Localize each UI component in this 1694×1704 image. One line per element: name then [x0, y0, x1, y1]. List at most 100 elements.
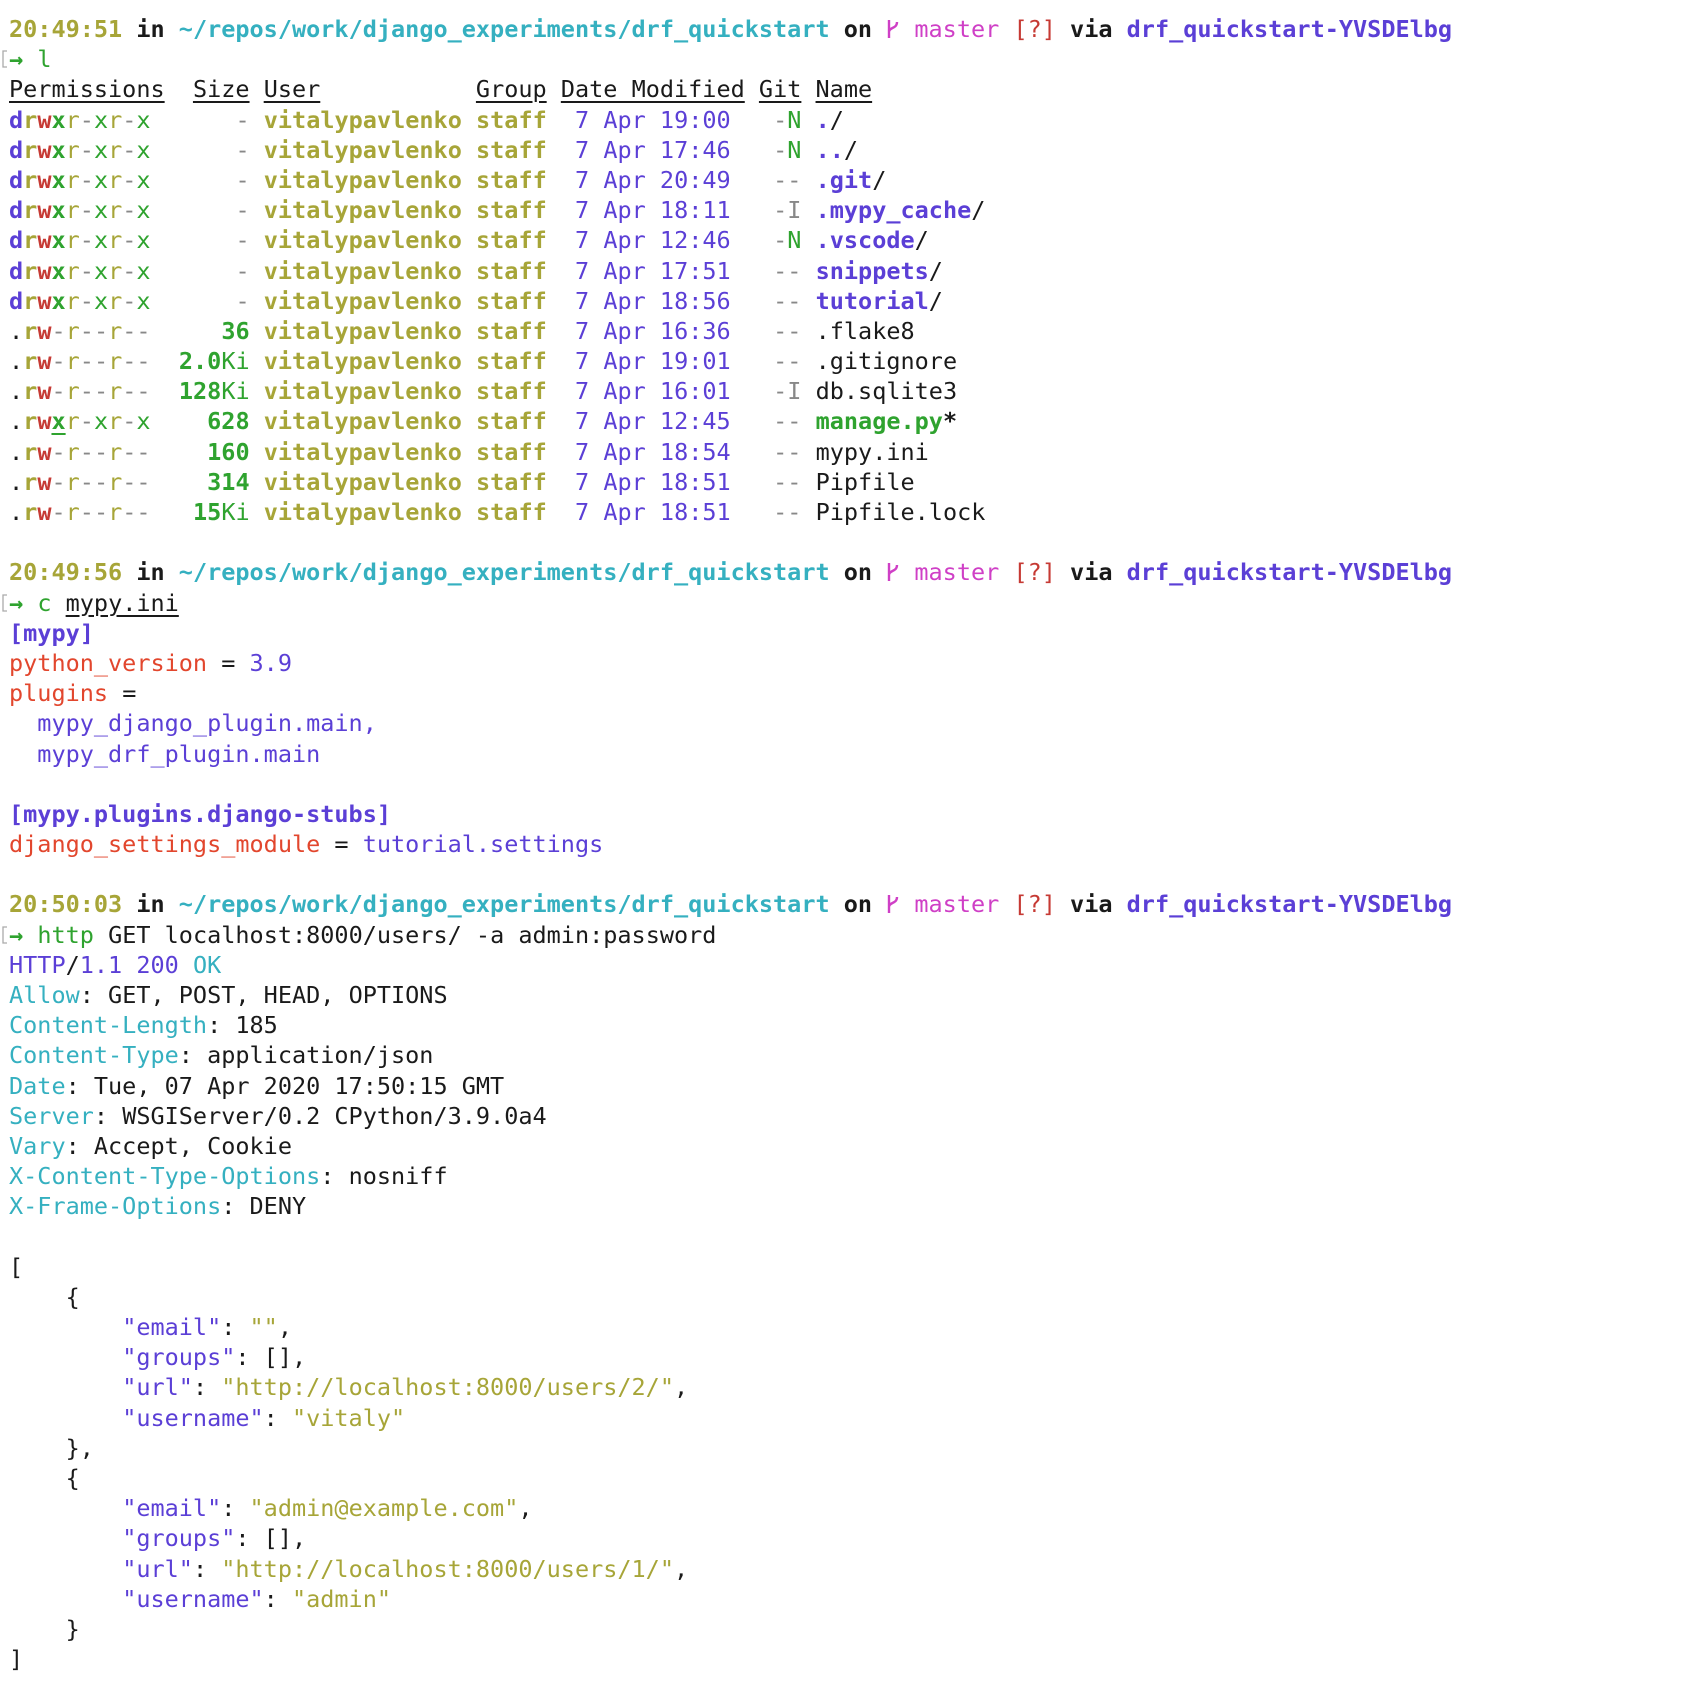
sep — [151, 498, 193, 526]
listing-row[interactable]: drwxr-xr-x - vitalypavlenko staff 7 Apr … — [9, 225, 1689, 255]
http-header: Content-Length: 185 — [9, 1010, 1689, 1040]
listing-row[interactable]: .rw-r--r-- 314 vitalypavlenko staff 7 Ap… — [9, 467, 1689, 497]
perm-type: . — [9, 347, 24, 376]
terminal[interactable]: 20:49:51 in ~/repos/work/django_experime… — [2, 14, 1689, 1674]
git-status: -- — [773, 286, 802, 315]
git-status: -- — [773, 165, 802, 194]
sep — [151, 347, 179, 375]
sep — [547, 166, 575, 194]
prompt-bracket-icon — [1, 588, 9, 618]
sep — [250, 498, 264, 526]
file-size: - — [235, 286, 250, 315]
http-reason: OK — [192, 950, 222, 979]
git-status: -I — [773, 196, 802, 225]
file-group: staff — [476, 226, 547, 255]
file-name[interactable]: .flake8 — [816, 317, 915, 345]
http-slash: / — [65, 950, 80, 979]
prompt-in: in — [136, 890, 165, 919]
file-group: staff — [476, 165, 547, 194]
perm-write: w — [37, 226, 52, 255]
command-line[interactable]: → c mypy.ini — [1, 588, 1689, 618]
sep — [23, 45, 37, 73]
http-header: Allow: GET, POST, HEAD, OPTIONS — [9, 980, 1689, 1010]
ini-line: mypy_drf_plugin.main — [9, 739, 1689, 769]
ini-line: mypy_django_plugin.main, — [9, 708, 1689, 738]
sep — [250, 166, 264, 194]
prompt-via: via — [1070, 15, 1113, 43]
json-value: "http://localhost:8000/users/1/" — [221, 1554, 674, 1583]
sep: : — [65, 1071, 94, 1100]
sep — [51, 589, 65, 617]
sep — [547, 438, 575, 466]
header-name: X-Frame-Options — [9, 1192, 222, 1221]
header-name: Date — [9, 1071, 66, 1100]
ini-value: tutorial.settings — [362, 830, 604, 859]
file-name[interactable]: Pipfile.lock — [816, 498, 986, 526]
git-status: -- — [773, 256, 802, 285]
sep: : — [207, 1011, 236, 1040]
file-size: - — [235, 256, 250, 285]
perm-exec: x — [51, 407, 66, 436]
file-name[interactable]: snippets/ — [816, 257, 943, 285]
file-name[interactable]: Pipfile — [816, 468, 915, 496]
listing-row[interactable]: .rw-r--r-- 128Ki vitalypavlenko staff 7 … — [9, 376, 1689, 406]
sep — [830, 15, 844, 43]
header-value: Accept, Cookie — [93, 1131, 292, 1160]
sep — [547, 136, 575, 164]
file-name[interactable]: ../ — [816, 136, 858, 164]
listing-row[interactable]: drwxr-xr-x - vitalypavlenko staff 7 Apr … — [9, 256, 1689, 286]
http-header: X-Frame-Options: DENY — [9, 1191, 1689, 1221]
listing-row[interactable]: .rw-r--r-- 15Ki vitalypavlenko staff 7 A… — [9, 497, 1689, 527]
perm-read: r — [23, 165, 38, 194]
listing-row[interactable]: .rw-r--r-- 36 vitalypavlenko staff 7 Apr… — [9, 316, 1689, 346]
file-name[interactable]: .gitignore — [816, 347, 957, 375]
sep — [872, 890, 886, 918]
json-key: "groups" — [122, 1524, 236, 1553]
listing-row[interactable]: .rw-r--r-- 160 vitalypavlenko staff 7 Ap… — [9, 437, 1689, 467]
command-line[interactable]: → l — [1, 44, 1689, 74]
file-name[interactable]: manage.py* — [816, 407, 958, 435]
sep — [547, 226, 575, 254]
file-name[interactable]: tutorial/ — [816, 287, 943, 315]
header-name: Server — [9, 1101, 94, 1130]
file-name[interactable]: .mypy_cache/ — [816, 196, 986, 224]
sep — [731, 196, 773, 224]
command-line[interactable]: → http GET localhost:8000/users/ -a admi… — [1, 920, 1689, 950]
listing-row[interactable]: .rwxr-xr-x 628 vitalypavlenko staff 7 Ap… — [9, 406, 1689, 436]
file-user: vitalypavlenko — [263, 196, 462, 225]
listing-row[interactable]: drwxr-xr-x - vitalypavlenko staff 7 Apr … — [9, 105, 1689, 135]
file-name[interactable]: ./ — [816, 106, 844, 134]
perm-type: d — [9, 196, 24, 225]
prompt-git-status: [?] — [1013, 890, 1056, 919]
file-group: staff — [476, 135, 547, 164]
listing-row[interactable]: drwxr-xr-x - vitalypavlenko staff 7 Apr … — [9, 165, 1689, 195]
listing-row[interactable]: drwxr-xr-x - vitalypavlenko staff 7 Apr … — [9, 135, 1689, 165]
file-size: - — [235, 226, 250, 255]
col-name-header: Name — [815, 75, 873, 104]
listing-row[interactable]: drwxr-xr-x - vitalypavlenko staff 7 Apr … — [9, 286, 1689, 316]
sep — [731, 498, 773, 526]
file-name[interactable]: .vscode/ — [816, 226, 929, 254]
file-name[interactable]: db.sqlite3 — [816, 377, 957, 405]
listing-row[interactable]: .rw-r--r-- 2.0Ki vitalypavlenko staff 7 … — [9, 346, 1689, 376]
file-name[interactable]: .git/ — [816, 166, 887, 194]
prompt-via: via — [1070, 558, 1113, 587]
file-name[interactable]: mypy.ini — [816, 438, 929, 466]
file-group: staff — [476, 105, 547, 134]
perm-type: d — [9, 135, 24, 164]
file-size: 628 — [207, 407, 250, 436]
sep — [547, 75, 561, 103]
sep — [801, 196, 815, 224]
perm-exec: - — [51, 498, 66, 526]
json-key: "username" — [122, 1584, 264, 1613]
sep — [151, 106, 236, 134]
listing-row[interactable]: drwxr-xr-x - vitalypavlenko staff 7 Apr … — [9, 195, 1689, 225]
git-branch-icon — [886, 890, 900, 918]
file-date: 7 Apr 20:49 — [575, 165, 731, 194]
sep — [547, 257, 575, 285]
ini-value: mypy_django_plugin.main, — [9, 709, 377, 738]
sep — [745, 75, 759, 103]
prompt-venv: drf_quickstart-YVSDElbg — [1126, 558, 1453, 587]
